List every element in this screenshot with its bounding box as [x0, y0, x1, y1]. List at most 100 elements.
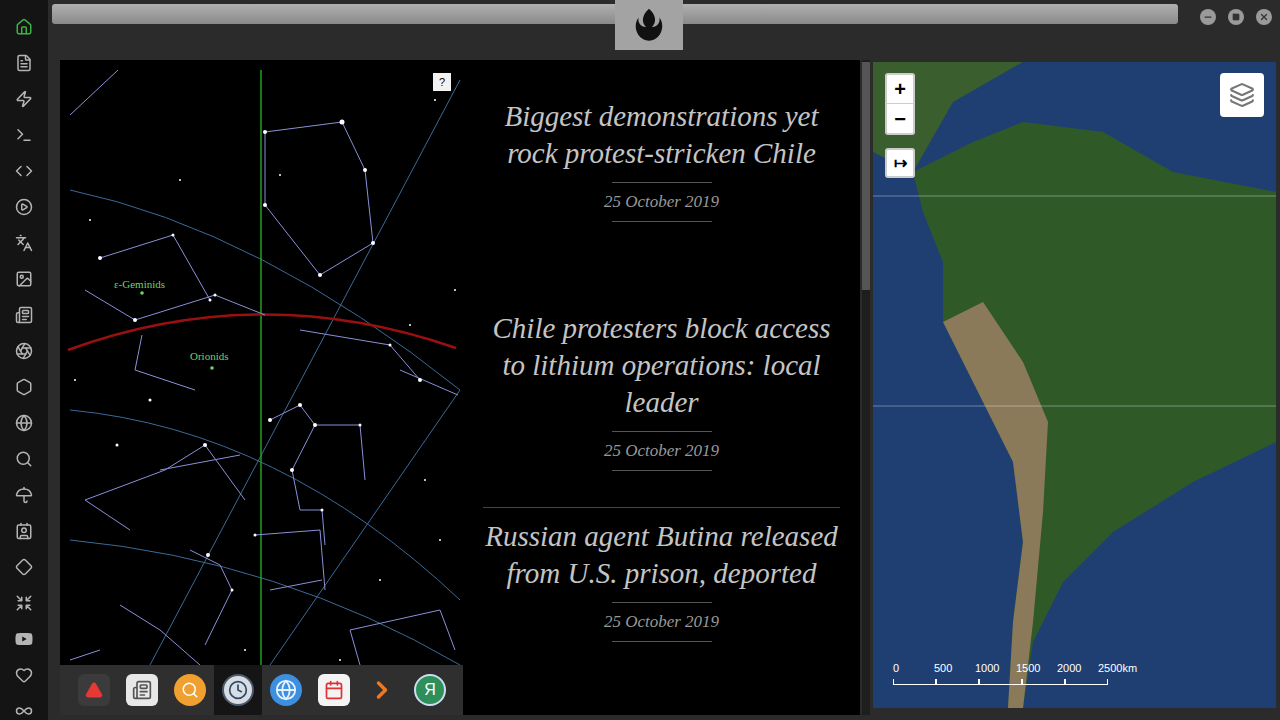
- arrow-app-icon: [366, 674, 398, 706]
- code-icon: [15, 162, 33, 180]
- sidebar-item[interactable]: [0, 189, 48, 225]
- umbrella-icon: [15, 486, 33, 504]
- dock: Я: [60, 665, 463, 715]
- news-date: 25 October 2019: [604, 183, 719, 221]
- news-title: Biggest demonstrations yet rock protest-…: [483, 98, 840, 172]
- sidebar-item[interactable]: [0, 657, 48, 693]
- heart-icon: [15, 666, 33, 684]
- scale-label: 1000: [975, 660, 1019, 677]
- zoom-control: +−: [885, 73, 915, 135]
- sidebar-item[interactable]: [0, 585, 48, 621]
- play-icon: [15, 198, 33, 216]
- dock-item[interactable]: [70, 665, 118, 715]
- continent-icon: [873, 62, 1276, 708]
- sidebar-item[interactable]: [0, 621, 48, 657]
- maximize-icon: [1232, 13, 1240, 21]
- scale-label: 0: [893, 660, 937, 677]
- scale-label: 2000: [1057, 660, 1101, 677]
- bolt-icon: [15, 90, 33, 108]
- scale-label: 2500km: [1098, 660, 1142, 677]
- globe-icon: [15, 414, 33, 432]
- calendar-app-icon: [318, 674, 350, 706]
- minimize-icon: [1203, 12, 1213, 22]
- content: ε-Geminids Orionids? Я Biggest demonstratio…: [48, 60, 1280, 715]
- shrink-icon: [15, 594, 33, 612]
- dock-item[interactable]: [118, 665, 166, 715]
- infinity-icon: [15, 702, 33, 720]
- news-title: Chile protesters block access to lithium…: [483, 310, 840, 421]
- dock-item[interactable]: [166, 665, 214, 715]
- news-date: 25 October 2019: [604, 432, 719, 470]
- dock-item[interactable]: [214, 665, 262, 715]
- news-app-icon: [126, 674, 158, 706]
- yandex-app-icon: Я: [414, 674, 446, 706]
- news-item[interactable]: Chile protesters block access to lithium…: [483, 310, 840, 508]
- shower-label: ε-Geminids: [114, 278, 165, 290]
- layers-button[interactable]: [1220, 73, 1264, 117]
- sidebar-item[interactable]: [0, 693, 48, 720]
- news-item[interactable]: Russian agent Butina released from U.S. …: [483, 518, 840, 642]
- news-panel: Biggest demonstrations yet rock protest-…: [463, 60, 860, 715]
- hexagon-icon: [15, 378, 33, 396]
- zoom-out-button[interactable]: −: [887, 104, 913, 133]
- globe-app-icon: [270, 674, 302, 706]
- maximize-button[interactable]: [1228, 9, 1244, 25]
- scale-bar: 05001000150020002500km: [893, 660, 1142, 685]
- diamond-icon: [15, 558, 33, 576]
- news-item[interactable]: Biggest demonstrations yet rock protest-…: [483, 98, 840, 222]
- scale-label: 500: [934, 660, 978, 677]
- dock-item[interactable]: Я: [406, 665, 454, 715]
- newspaper-icon: [15, 306, 33, 324]
- sidebar-item[interactable]: [0, 369, 48, 405]
- close-button[interactable]: [1256, 9, 1272, 25]
- image-icon: [15, 270, 33, 288]
- sidebar: [0, 0, 48, 720]
- shower-label: Orionids: [190, 350, 229, 362]
- sidebar-item[interactable]: [0, 513, 48, 549]
- dock-item[interactable]: [262, 665, 310, 715]
- expand-button[interactable]: ↦: [885, 148, 915, 178]
- clock-app-icon: [222, 674, 254, 706]
- sky-panel: ε-Geminids Orionids? Я: [60, 60, 463, 715]
- sidebar-item[interactable]: [0, 9, 48, 45]
- main: ε-Geminids Orionids? Я Biggest demonstratio…: [48, 0, 1280, 720]
- sidebar-item[interactable]: [0, 261, 48, 297]
- translate-icon: [15, 234, 33, 252]
- aperture-icon: [15, 342, 33, 360]
- sidebar-item[interactable]: [0, 297, 48, 333]
- sidebar-item[interactable]: [0, 441, 48, 477]
- zoom-in-button[interactable]: +: [887, 75, 913, 104]
- scale-label: 1500: [1016, 660, 1060, 677]
- star-chart[interactable]: ε-Geminids Orionids: [60, 60, 463, 665]
- sidebar-item[interactable]: [0, 549, 48, 585]
- sidebar-item[interactable]: [0, 81, 48, 117]
- sidebar-item[interactable]: [0, 405, 48, 441]
- youtube-icon: [15, 630, 33, 648]
- map[interactable]: +− ↦ 05001000150020002500km: [873, 62, 1276, 708]
- close-icon: [1259, 12, 1269, 22]
- sidebar-item[interactable]: [0, 153, 48, 189]
- scrollbar[interactable]: [862, 60, 870, 715]
- help-button[interactable]: ?: [433, 73, 451, 91]
- sidebar-item[interactable]: [0, 117, 48, 153]
- logo-tab[interactable]: [615, 0, 683, 50]
- window-controls: [1200, 9, 1272, 25]
- terminal-icon: [15, 126, 33, 144]
- contact-icon: [15, 522, 33, 540]
- dock-item[interactable]: [310, 665, 358, 715]
- search-app-icon: [174, 674, 206, 706]
- sidebar-item[interactable]: [0, 477, 48, 513]
- scrollbar-thumb[interactable]: [862, 62, 870, 290]
- app: ε-Geminids Orionids? Я Biggest demonstratio…: [0, 0, 1280, 720]
- news-date: 25 October 2019: [604, 603, 719, 641]
- sidebar-item[interactable]: [0, 225, 48, 261]
- document-icon: [15, 54, 33, 72]
- triangle-app-icon: [78, 674, 110, 706]
- top-bar: [48, 0, 1280, 60]
- minimize-button[interactable]: [1200, 9, 1216, 25]
- sidebar-item[interactable]: [0, 45, 48, 81]
- layers-icon: [1229, 82, 1255, 108]
- search-icon: [15, 450, 33, 468]
- sidebar-item[interactable]: [0, 333, 48, 369]
- dock-item[interactable]: [358, 665, 406, 715]
